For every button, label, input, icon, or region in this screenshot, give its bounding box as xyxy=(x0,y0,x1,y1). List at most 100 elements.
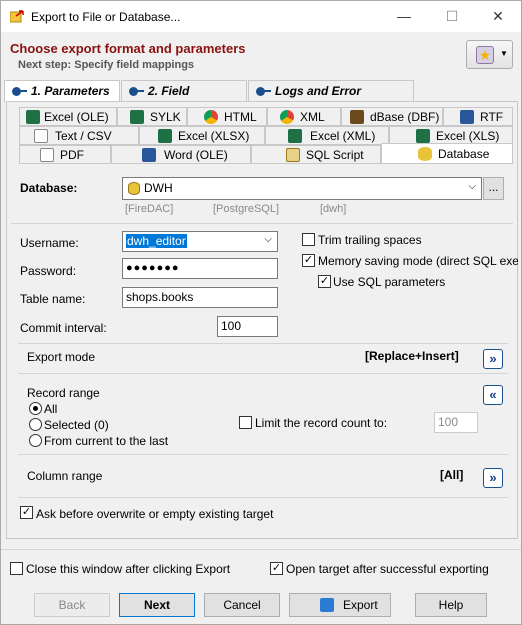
tab-sylk[interactable]: SYLK xyxy=(117,107,187,126)
trim-spaces-checkbox[interactable] xyxy=(302,233,315,246)
tab-sql-script[interactable]: SQL Script xyxy=(251,145,381,164)
database-label: Database: xyxy=(20,181,78,195)
db-name: [dwh] xyxy=(320,203,347,215)
maximize-button[interactable]: ☐ xyxy=(429,1,475,32)
back-button[interactable]: Back xyxy=(34,593,110,617)
step-icon xyxy=(129,87,144,96)
database-select[interactable]: DWH ⌵ xyxy=(122,177,482,200)
excel-icon xyxy=(26,110,40,124)
database-icon xyxy=(128,182,140,195)
password-field[interactable]: ●●●●●●● xyxy=(122,258,278,279)
tab-label: Excel (XLSX) xyxy=(178,129,250,143)
excel-icon xyxy=(416,129,430,143)
tab-parameters[interactable]: 1. Parameters xyxy=(4,80,120,103)
step-icon xyxy=(12,87,27,96)
memory-saving-checkbox[interactable]: ✓ xyxy=(302,254,315,267)
next-button[interactable]: Next xyxy=(119,593,195,617)
tab-html[interactable]: HTML xyxy=(187,107,267,126)
range-all-radio[interactable] xyxy=(29,402,42,415)
text-file-icon xyxy=(34,129,48,143)
tab-label: XML xyxy=(300,110,325,124)
excel-icon xyxy=(158,129,172,143)
script-icon xyxy=(286,148,300,162)
tab-label: 1. Parameters xyxy=(31,84,110,98)
tab-excel-ole[interactable]: Excel (OLE) xyxy=(19,107,117,126)
commit-interval-field[interactable]: 100 xyxy=(217,316,278,337)
limit-count-label: Limit the record count to: xyxy=(255,416,388,430)
minimize-button[interactable]: — xyxy=(381,1,427,32)
tab-word-ole[interactable]: Word (OLE) xyxy=(111,145,251,164)
tab-label: SYLK xyxy=(150,110,181,124)
cancel-button[interactable]: Cancel xyxy=(204,593,280,617)
tab-label: Word (OLE) xyxy=(164,148,228,162)
range-selected-radio[interactable] xyxy=(29,418,42,431)
divider xyxy=(18,454,508,455)
ask-overwrite-checkbox[interactable]: ✓ xyxy=(20,506,33,519)
title-bar: Export to File or Database... — ☐ ✕ xyxy=(1,1,521,32)
limit-count-checkbox[interactable] xyxy=(239,416,252,429)
database-browse-button[interactable]: ... xyxy=(483,177,504,200)
db-type: [PostgreSQL] xyxy=(213,203,280,215)
range-all-label: All xyxy=(44,402,58,416)
tab-rtf[interactable]: RTF xyxy=(443,107,513,126)
close-after-checkbox[interactable] xyxy=(10,562,23,575)
export-app-icon xyxy=(10,10,24,23)
step-icon xyxy=(256,87,271,96)
dbase-icon xyxy=(350,110,364,124)
tab-label: Excel (XML) xyxy=(310,129,376,143)
username-field[interactable]: dwh_editor ⌵ xyxy=(122,231,278,252)
chrome-icon xyxy=(204,110,218,124)
tab-pdf[interactable]: PDF xyxy=(19,145,111,164)
range-current-label: From current to the last xyxy=(44,434,169,448)
trim-spaces-label: Trim trailing spaces xyxy=(318,233,422,247)
page-subtitle: Next step: Specify field mappings xyxy=(18,59,195,71)
export-button[interactable]: Export xyxy=(289,593,391,617)
close-button[interactable]: ✕ xyxy=(475,1,521,32)
collapse-icon[interactable]: « xyxy=(483,385,503,405)
username-label: Username: xyxy=(20,236,79,250)
tab-logs[interactable]: Logs and Error Handling xyxy=(248,80,414,118)
commit-interval-label: Commit interval: xyxy=(20,321,107,335)
divider xyxy=(18,497,508,498)
close-after-label: Close this window after clicking Export xyxy=(26,562,231,576)
limit-count-field[interactable]: 100 xyxy=(434,412,478,433)
table-name-label: Table name: xyxy=(20,292,86,306)
table-name-field[interactable]: shops.books xyxy=(122,287,278,308)
database-value: DWH xyxy=(144,181,173,195)
export-dialog: Export to File or Database... — ☐ ✕ Choo… xyxy=(0,0,522,625)
tab-excel-xlsx[interactable]: Excel (XLSX) xyxy=(139,126,265,145)
export-mode-value: [Replace+Insert] xyxy=(365,349,459,363)
page-title: Choose export format and parameters xyxy=(10,41,246,56)
export-label: Export xyxy=(343,598,378,612)
expand-icon[interactable]: » xyxy=(483,349,503,369)
column-range-label: Column range xyxy=(27,469,103,483)
divider xyxy=(18,373,508,374)
tab-excel-xml[interactable]: Excel (XML) xyxy=(265,126,389,145)
word-icon xyxy=(460,110,474,124)
tab-label: HTML xyxy=(224,110,257,124)
help-button[interactable]: Help xyxy=(415,593,487,617)
range-selected-label: Selected (0) xyxy=(44,418,109,432)
range-current-radio[interactable] xyxy=(29,434,42,447)
sql-params-checkbox[interactable]: ✓ xyxy=(318,275,331,288)
header: Choose export format and parameters Next… xyxy=(1,32,521,78)
password-label: Password: xyxy=(20,264,77,278)
tab-dbase[interactable]: dBase (DBF) xyxy=(341,107,443,126)
divider xyxy=(11,223,513,224)
open-target-label: Open target after successful exporting xyxy=(286,562,489,576)
tab-field-mappings[interactable]: 2. Field Mappings xyxy=(121,80,247,118)
export-icon xyxy=(320,598,334,612)
tab-database[interactable]: Database xyxy=(381,143,513,164)
expand-icon[interactable]: » xyxy=(483,468,503,488)
tab-xml[interactable]: XML xyxy=(267,107,341,126)
divider xyxy=(1,549,521,550)
tab-label: dBase (DBF) xyxy=(370,110,440,124)
tab-text-csv[interactable]: Text / CSV xyxy=(19,126,139,145)
export-mode-label: Export mode xyxy=(27,350,96,364)
open-target-checkbox[interactable]: ✓ xyxy=(270,562,283,575)
star-icon: ★ xyxy=(476,46,494,64)
database-icon xyxy=(418,147,432,161)
chevron-down-icon: ⌵ xyxy=(468,181,476,192)
favorites-button[interactable]: ★ ▼ xyxy=(466,40,513,69)
tab-label: Text / CSV xyxy=(55,129,112,143)
